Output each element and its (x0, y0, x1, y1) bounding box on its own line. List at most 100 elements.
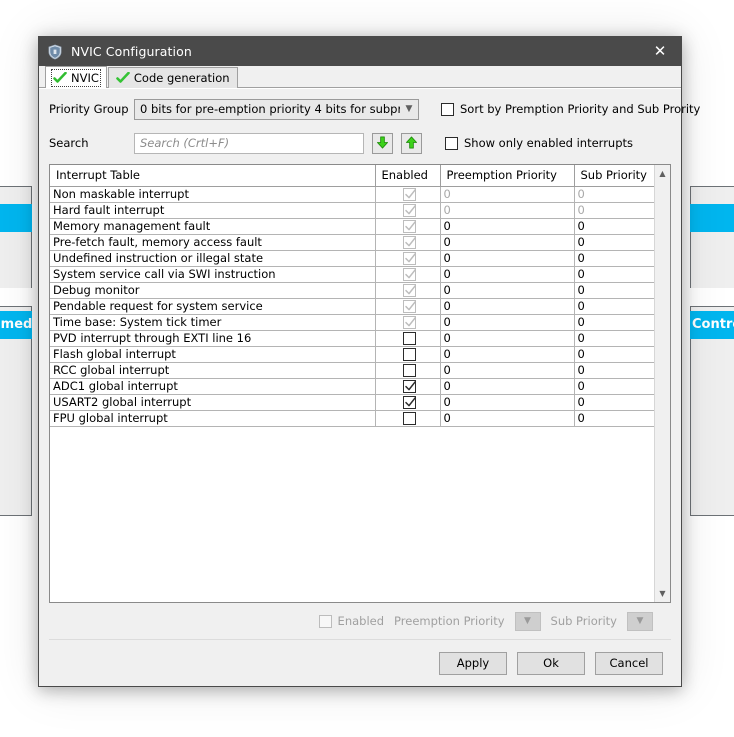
preemption-priority-cell[interactable]: 0 (440, 330, 575, 347)
table-row[interactable]: Memory management fault 0 0 (50, 218, 654, 235)
sub-priority-cell[interactable]: 0 (574, 186, 654, 203)
preemption-priority-cell[interactable]: 0 (440, 314, 575, 331)
ok-button[interactable]: Ok (517, 651, 585, 675)
apply-button[interactable]: Apply (439, 651, 507, 675)
bg-bar-left-2-label: timed (0, 317, 32, 332)
preemption-priority-cell[interactable]: 0 (440, 186, 575, 203)
preemption-priority-cell[interactable]: 0 (440, 410, 575, 427)
enabled-cell[interactable] (375, 346, 441, 363)
checkbox-checked-icon[interactable] (402, 396, 416, 409)
enabled-cell[interactable] (375, 378, 441, 395)
enabled-cell[interactable] (375, 314, 441, 331)
preemption-priority-cell[interactable]: 0 (440, 234, 575, 251)
table-row[interactable]: Time base: System tick timer 0 0 (50, 314, 654, 331)
enabled-cell[interactable] (375, 330, 441, 347)
sub-priority-cell[interactable]: 0 (574, 218, 654, 235)
preemption-priority-cell[interactable]: 0 (440, 282, 575, 299)
checkbox-unchecked-icon[interactable] (402, 364, 416, 377)
checkbox-checked-icon (402, 316, 416, 329)
checkbox-checked-icon (402, 300, 416, 313)
preemption-priority-cell[interactable]: 0 (440, 298, 575, 315)
enabled-cell[interactable] (375, 186, 441, 203)
tab-code-generation[interactable]: Code generation (107, 67, 238, 88)
table-row[interactable]: RCC global interrupt 0 0 (50, 362, 654, 379)
table-vertical-scrollbar[interactable]: ▲ ▼ (654, 165, 670, 602)
chevron-down-icon[interactable]: ▼ (655, 585, 671, 602)
table-row[interactable]: Hard fault interrupt 0 0 (50, 202, 654, 219)
column-header-preemption-priority[interactable]: Preemption Priority (440, 165, 575, 187)
column-header-interrupt-table[interactable]: Interrupt Table (50, 165, 376, 187)
sub-priority-cell[interactable]: 0 (574, 282, 654, 299)
dialog-titlebar[interactable]: NVIC Configuration ✕ (39, 37, 681, 66)
table-row[interactable]: PVD interrupt through EXTI line 16 0 0 (50, 330, 654, 347)
interrupt-table-body: Non maskable interrupt 0 0 Hard fault inter… (50, 186, 654, 427)
enabled-cell[interactable] (375, 282, 441, 299)
preemption-priority-cell[interactable]: 0 (440, 218, 575, 235)
preemption-priority-cell[interactable]: 0 (440, 394, 575, 411)
enabled-cell[interactable] (375, 410, 441, 427)
table-row[interactable]: Undefined instruction or illegal state 0 0 (50, 250, 654, 267)
sub-priority-cell[interactable]: 0 (574, 410, 654, 427)
enabled-cell[interactable] (375, 362, 441, 379)
sub-priority-cell[interactable]: 0 (574, 330, 654, 347)
sub-priority-cell[interactable]: 0 (574, 362, 654, 379)
preemption-priority-cell[interactable]: 0 (440, 362, 575, 379)
table-row[interactable]: Non maskable interrupt 0 0 (50, 186, 654, 203)
search-input[interactable] (134, 132, 364, 154)
enabled-cell[interactable] (375, 218, 441, 235)
checkbox-unchecked-icon[interactable] (402, 412, 416, 425)
sub-priority-cell[interactable]: 0 (574, 298, 654, 315)
table-row[interactable]: Debug monitor 0 0 (50, 282, 654, 299)
priority-group-select[interactable]: 0 bits for pre-emption priority 4 bits f… (134, 98, 419, 120)
footer-enabled-checkbox[interactable]: Enabled (318, 614, 384, 628)
table-row[interactable]: Flash global interrupt 0 0 (50, 346, 654, 363)
enabled-cell[interactable] (375, 266, 441, 283)
sub-priority-cell[interactable]: 0 (574, 394, 654, 411)
column-header-sub-priority[interactable]: Sub Priority (574, 165, 654, 187)
enabled-cell[interactable] (375, 234, 441, 251)
enabled-cell[interactable] (375, 394, 441, 411)
sub-priority-cell[interactable]: 0 (574, 314, 654, 331)
checkbox-checked-icon[interactable] (402, 380, 416, 393)
cancel-button[interactable]: Cancel (595, 651, 663, 675)
preemption-priority-cell[interactable]: 0 (440, 202, 575, 219)
table-row[interactable]: Pendable request for system service 0 0 (50, 298, 654, 315)
tab-code-generation-label: Code generation (133, 71, 230, 85)
interrupt-name-cell: Pendable request for system service (50, 298, 376, 315)
close-icon[interactable]: ✕ (639, 37, 681, 66)
sub-priority-cell[interactable]: 0 (574, 202, 654, 219)
footer-preemption-select[interactable]: ▼ (514, 611, 541, 631)
chevron-up-icon[interactable]: ▲ (655, 165, 671, 182)
table-row[interactable]: Pre-fetch fault, memory access fault 0 0 (50, 234, 654, 251)
table-row[interactable]: FPU global interrupt 0 0 (50, 410, 654, 427)
sort-by-preemption-checkbox[interactable]: Sort by Premption Priority and Sub Prori… (441, 102, 700, 116)
interrupt-name-cell: RCC global interrupt (50, 362, 376, 379)
footer-sub-priority-select[interactable]: ▼ (627, 611, 653, 631)
preemption-priority-cell[interactable]: 0 (440, 250, 575, 267)
sort-checkbox-box (441, 102, 454, 116)
preemption-priority-cell[interactable]: 0 (440, 346, 575, 363)
preemption-priority-cell[interactable]: 0 (440, 266, 575, 283)
table-row[interactable]: USART2 global interrupt 0 0 (50, 394, 654, 411)
find-previous-button[interactable] (401, 132, 422, 154)
sub-priority-cell[interactable]: 0 (574, 346, 654, 363)
interrupt-table: Interrupt Table Enabled Preemption Prior… (50, 165, 654, 427)
sub-priority-cell[interactable]: 0 (574, 266, 654, 283)
checkbox-unchecked-icon[interactable] (402, 332, 416, 345)
tab-nvic[interactable]: NVIC (45, 66, 107, 88)
sub-priority-cell[interactable]: 0 (574, 378, 654, 395)
table-row[interactable]: System service call via SWI instruction 0… (50, 266, 654, 283)
show-only-enabled-checkbox[interactable]: Show only enabled interrupts (445, 136, 633, 150)
column-header-enabled[interactable]: Enabled (375, 165, 441, 187)
interrupt-table-header: Interrupt Table Enabled Preemption Prior… (50, 165, 654, 187)
table-row[interactable]: ADC1 global interrupt 0 0 (50, 378, 654, 395)
enabled-cell[interactable] (375, 202, 441, 219)
enabled-cell[interactable] (375, 250, 441, 267)
find-next-button[interactable] (372, 132, 393, 154)
preemption-priority-cell[interactable]: 0 (440, 378, 575, 395)
sub-priority-cell[interactable]: 0 (574, 250, 654, 267)
sub-priority-cell[interactable]: 0 (574, 234, 654, 251)
checkbox-checked-icon (402, 268, 416, 281)
enabled-cell[interactable] (375, 298, 441, 315)
checkbox-unchecked-icon[interactable] (402, 348, 416, 361)
